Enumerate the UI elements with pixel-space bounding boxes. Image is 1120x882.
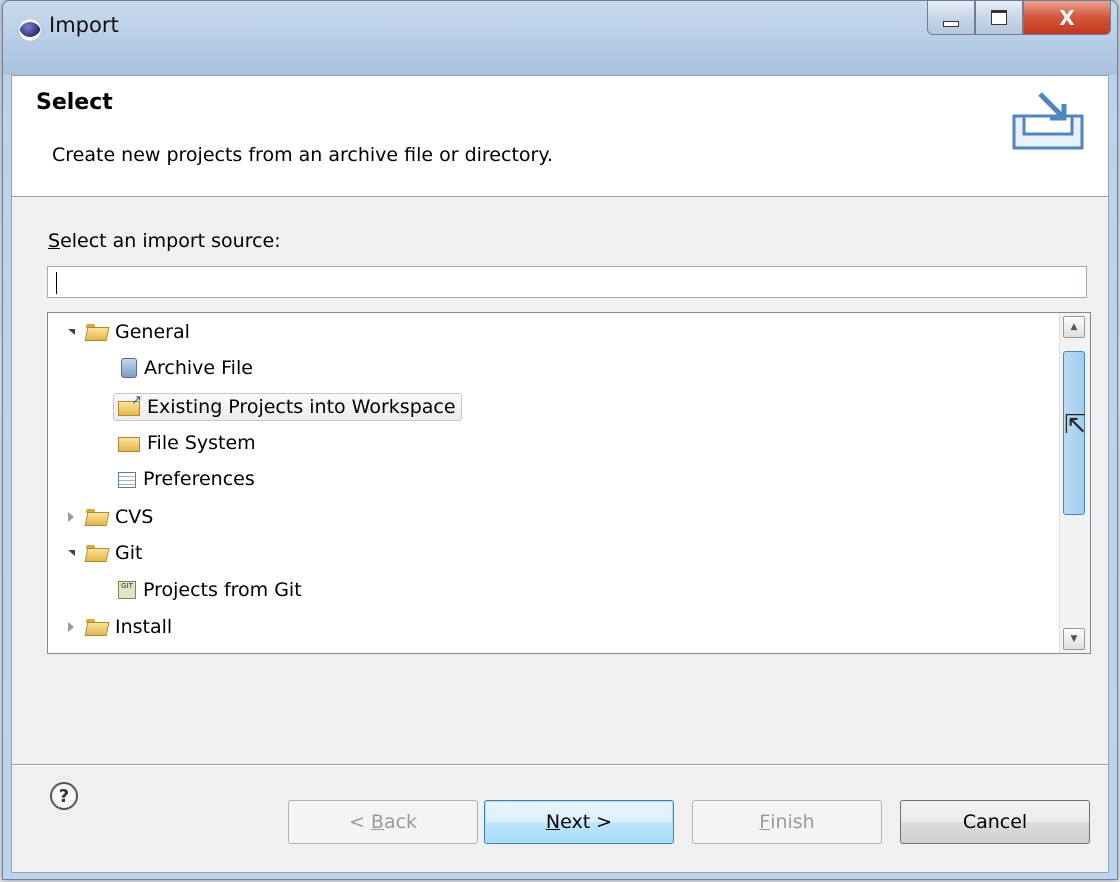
tree-item-label: Archive File [144,357,253,379]
button-bar-separator-highlight [12,765,1108,766]
minimize-icon [943,20,959,27]
tree-item-general[interactable]: General [64,315,190,349]
selection-highlight: Existing Projects into Workspace [113,393,462,421]
back-rest: ack [383,811,418,833]
back-mnemonic: B [370,811,384,833]
next-button[interactable]: Next > [484,800,674,844]
title-bar[interactable]: Import X [3,1,1117,75]
scroll-down-button[interactable]: ▼ [1063,628,1085,650]
tree-item-label: Preferences [143,468,255,490]
back-button[interactable]: < Back [288,800,478,844]
tree-item-projects-from-git[interactable]: GIT Projects from Git [118,573,302,607]
text-caret [56,272,57,294]
tree-item-preferences[interactable]: Preferences [118,462,255,496]
finish-mnemonic: F [759,811,771,833]
tree-item-git[interactable]: Git [64,536,142,570]
window-title: Import [49,13,119,37]
expanded-triangle-icon[interactable] [64,325,78,339]
folder-open-icon [86,323,108,341]
label-rest: elect an import source: [60,230,281,252]
collapsed-triangle-icon[interactable] [64,510,78,524]
caption-buttons: X [927,1,1111,39]
preferences-icon [118,472,136,488]
back-prefix: < [348,811,371,833]
tree-item-label: CVS [115,506,154,528]
tree-item-label: General [115,321,190,343]
scroll-up-button[interactable]: ▲ [1063,316,1085,338]
help-button[interactable]: ? [50,782,78,810]
tree-item-label: Projects from Git [143,579,302,601]
help-icon: ? [58,785,70,807]
close-button[interactable]: X [1023,1,1111,35]
import-source-label: Select an import source: [48,230,281,252]
eclipse-icon[interactable] [19,19,41,41]
tree-item-label: Install [115,616,173,638]
filter-field[interactable] [47,266,1087,298]
tree-item-label: Git [115,542,143,564]
wizard-banner: Select Create new projects from an archi… [12,76,1108,197]
page-description: Create new projects from an archive file… [52,144,553,166]
tree-item-cvs[interactable]: CVS [64,500,153,534]
maximize-icon [991,10,1007,25]
label-mnemonic: S [48,230,61,252]
minimize-button[interactable] [927,1,975,35]
filter-input[interactable] [48,267,1086,297]
mouse-pointer-icon: ⇱ [1064,410,1086,440]
page-title: Select [36,90,113,115]
next-rest: ext > [560,811,613,833]
collapsed-triangle-icon[interactable] [64,620,78,634]
tree-item-install[interactable]: Install [64,610,172,644]
import-source-tree[interactable]: General Archive File Existing Projects i… [47,312,1091,654]
folder-open-icon [86,544,108,562]
vertical-scrollbar[interactable]: ▲ ▼ [1059,313,1090,653]
archive-icon [121,358,137,378]
tree-item-archive-file[interactable]: Archive File [118,351,253,385]
tree-item-label: Existing Projects into Workspace [147,396,456,418]
tree-rows: General Archive File Existing Projects i… [48,313,1060,653]
import-dialog: Import X Select Create new projects from… [2,0,1118,880]
dialog-client-area: Select Create new projects from an archi… [11,75,1109,873]
maximize-button[interactable] [975,1,1023,35]
git-icon: GIT [118,581,136,599]
next-mnemonic: N [545,811,561,833]
folder-icon [86,508,108,526]
finish-rest: inish [770,811,815,833]
tree-item-file-system[interactable]: File System [118,426,256,460]
import-wizard-icon [1012,92,1084,150]
existing-projects-icon [118,393,142,417]
expanded-triangle-icon[interactable] [64,546,78,560]
cancel-button[interactable]: Cancel [900,800,1090,844]
tree-item-existing-projects[interactable]: Existing Projects into Workspace [113,390,462,424]
file-system-icon [118,433,140,453]
folder-icon [86,618,108,636]
close-icon: X [1059,5,1075,30]
finish-button[interactable]: Finish [692,800,882,844]
cancel-label: Cancel [962,811,1028,833]
tree-item-label: File System [147,432,256,454]
